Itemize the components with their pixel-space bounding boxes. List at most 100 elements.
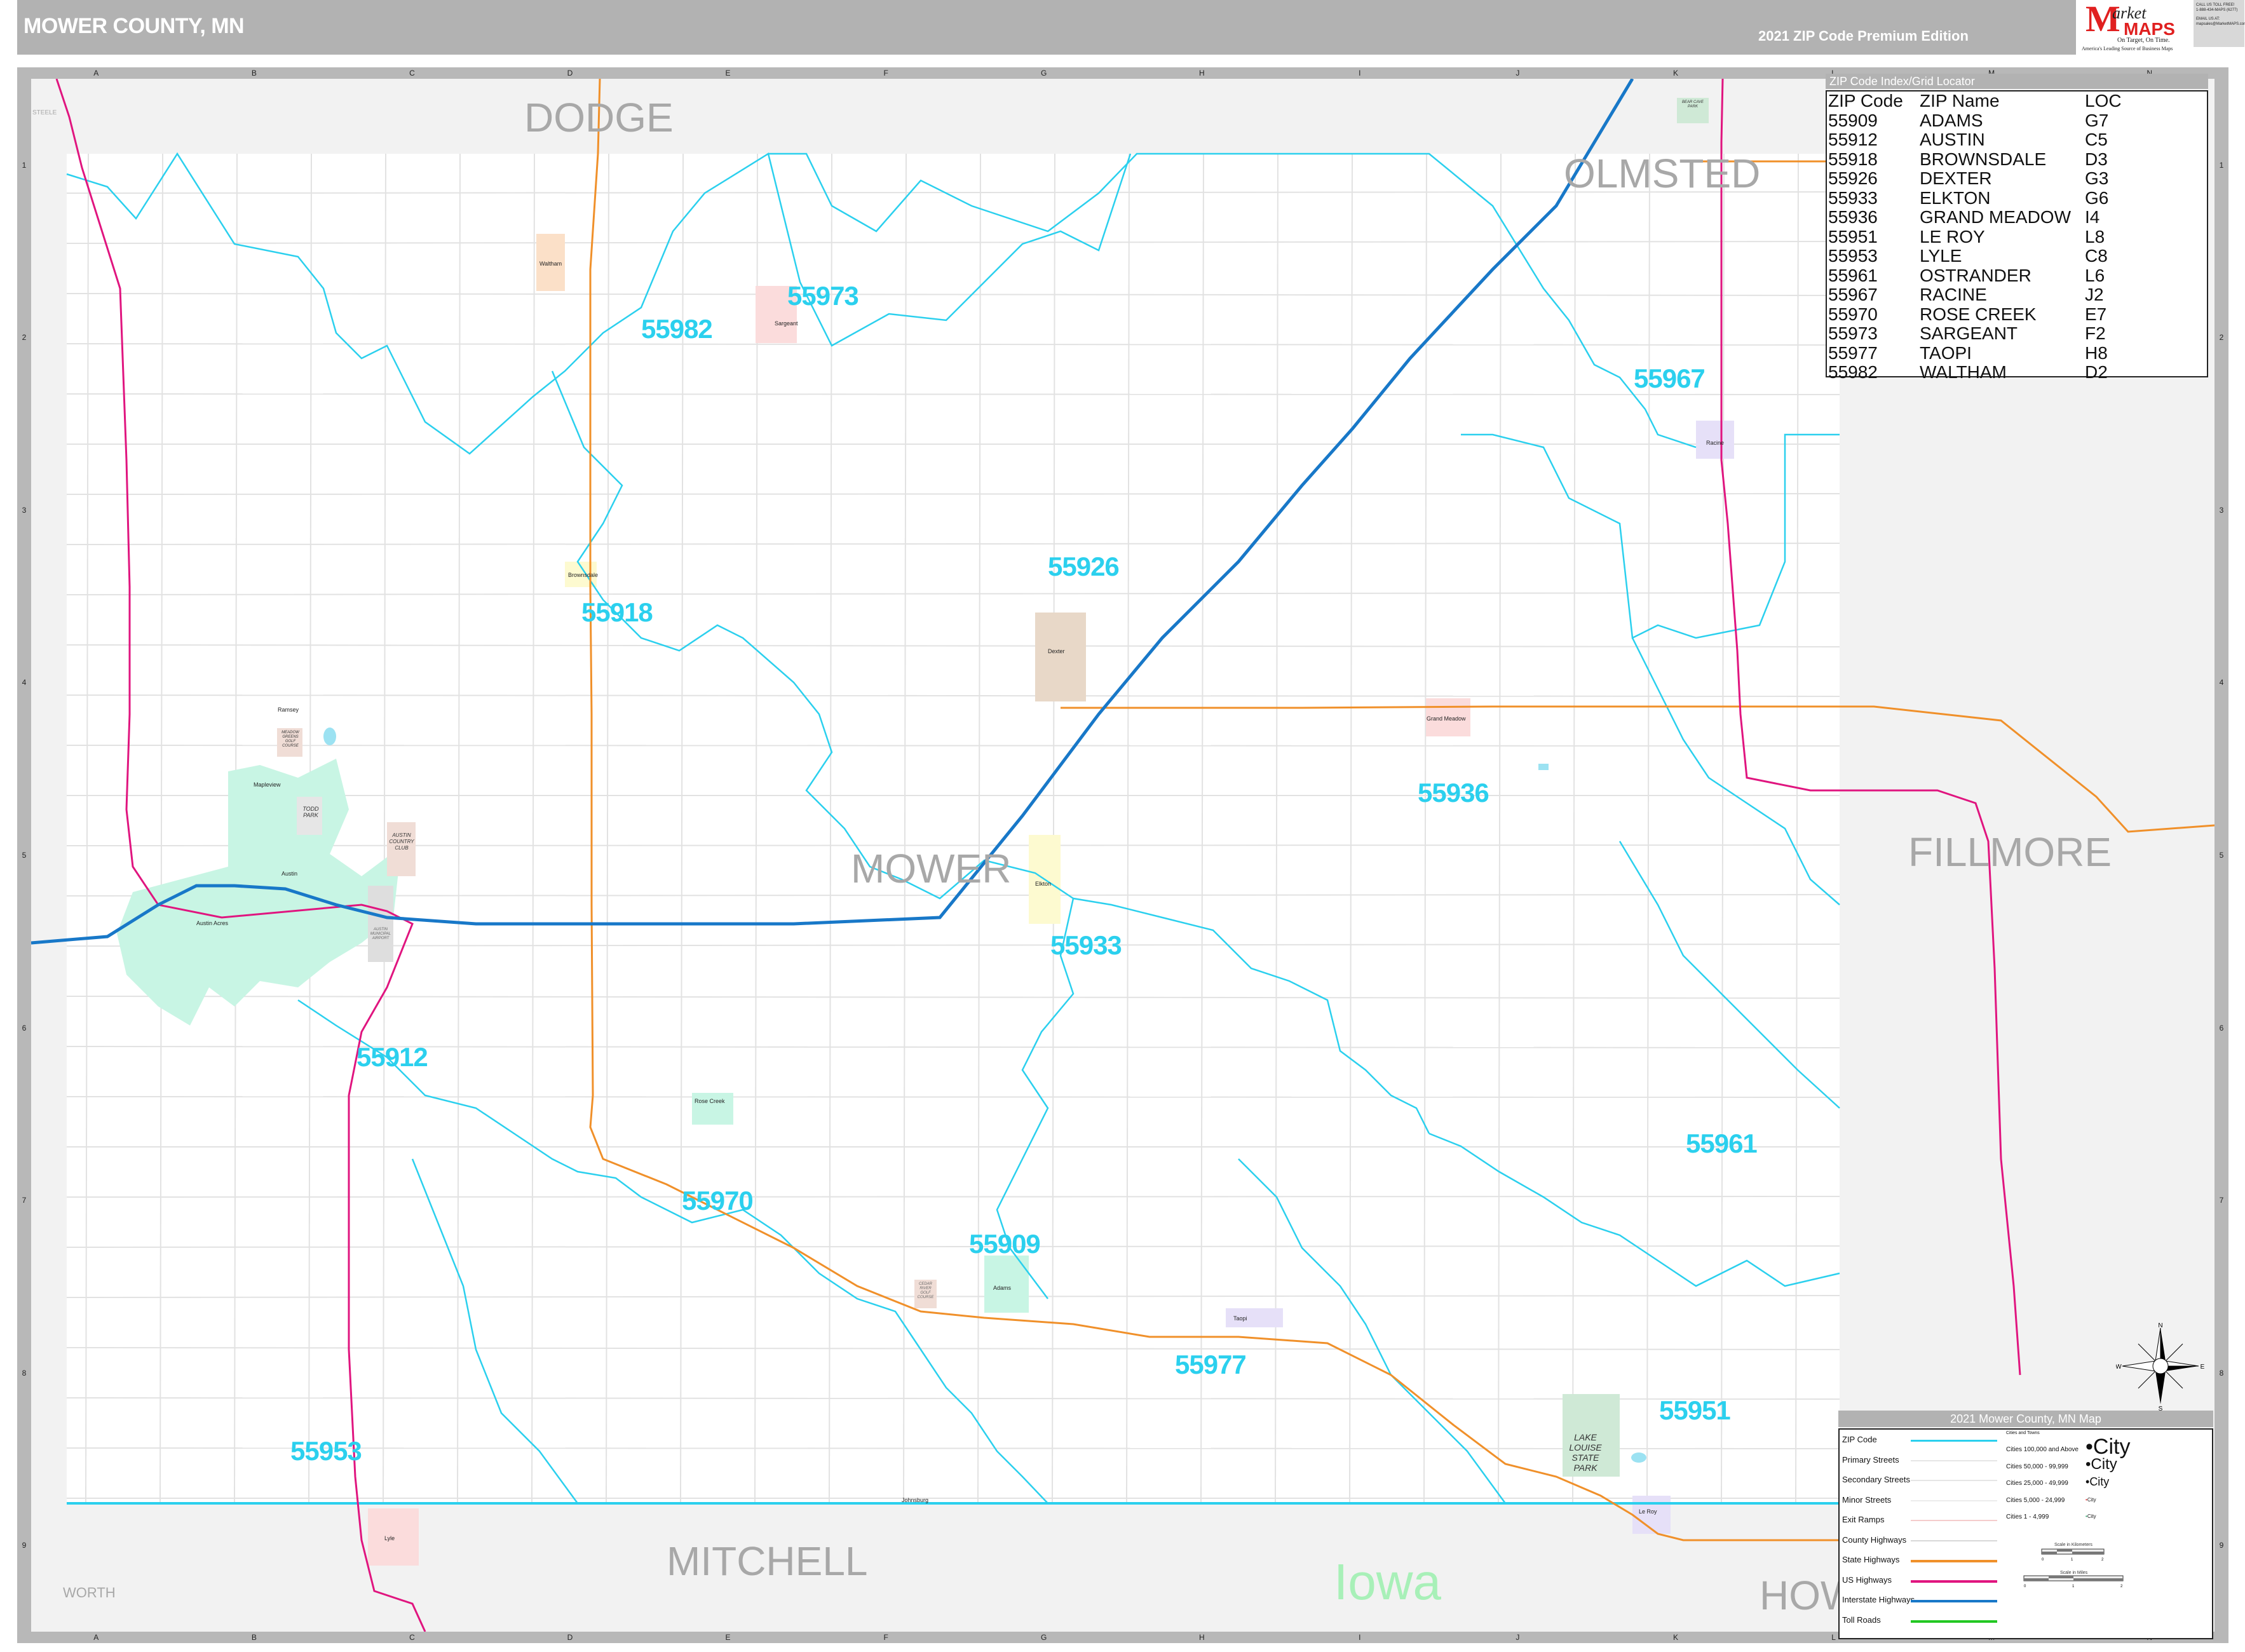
zip-label[interactable]: 55936 [1418,778,1489,808]
zip-label[interactable]: 55909 [969,1229,1041,1259]
zip-index-row[interactable]: 55970 ROSE CREEK E7 [1828,304,2122,325]
zip-label[interactable]: 55918 [581,597,653,628]
zip-label[interactable]: 55982 [641,314,713,344]
zip-label[interactable]: 55951 [1659,1395,1731,1426]
town-label-le-roy[interactable]: Le Roy [1639,1508,1657,1515]
loc-cell: F2 [2085,323,2106,344]
zip-index-row[interactable]: 55912 AUSTIN C5 [1828,130,2122,150]
grid-column-label: B [251,69,257,78]
town-label-dexter[interactable]: Dexter [1048,648,1065,654]
state-highway-16 [1061,705,2214,833]
zip-name-cell: ELKTON [1920,187,1991,208]
legend-line-swatch [1911,1500,1997,1501]
city-class-label: Cities 5,000 - 24,999 [2006,1496,2065,1504]
zip-index-row[interactable]: 55926 DEXTER G3 [1828,169,2122,189]
grid-row-label: 1 [2219,160,2224,170]
zip-index-row[interactable]: 55967 RACINE J2 [1828,285,2122,305]
grid-column-label: A [93,69,99,78]
town-label-racine[interactable]: Racine [1706,440,1724,446]
minor-road [66,1347,1840,1350]
zip-label[interactable]: 55926 [1048,552,1120,582]
zip-index-row[interactable]: 55933 ELKTON G6 [1828,187,2122,208]
scale-mi-tick: 2 [2120,1585,2123,1588]
zip-code-cell: 55977 [1828,342,1878,363]
town-label-austin[interactable]: Austin [281,870,297,877]
town-label-mapleview[interactable]: Mapleview [254,782,281,788]
minor-road [606,153,609,1504]
zip-label[interactable]: 55973 [787,281,859,311]
zip-boundary [1073,897,1430,1134]
town-label-brownsdale[interactable]: Brownsdale [568,572,598,578]
grid-row-label: 6 [22,1023,27,1032]
grid-row-label: 9 [2219,1541,2224,1550]
legend-line-swatch [1911,1459,1997,1461]
dexter-area [1035,613,1086,701]
minor-road [680,153,684,1504]
minor-road [1275,153,1278,1504]
zip-name-cell: LE ROY [1920,226,1985,247]
zip-index-title: ZIP Code Index/Grid Locator [1826,74,2208,89]
zip-index-row[interactable]: 55909 ADAMS G7 [1828,111,2122,131]
park-label-austin-cc: AUSTIN COUNTRY CLUB [389,832,414,851]
zip-name-cell: GRAND MEADOW [1920,207,2071,227]
zip-index-row[interactable]: 55918 BROWNSDALE D3 [1828,149,2122,170]
airport [368,886,393,962]
edition-label: 2021 ZIP Code Premium Edition [1758,28,1969,44]
zip-code-cell: 55961 [1828,265,1878,285]
zip-index-row[interactable]: 55961 OSTRANDER L6 [1828,266,2122,286]
town-label-johnsburg[interactable]: Johnsburg [902,1497,928,1503]
zip-label[interactable]: 55961 [1686,1128,1758,1159]
legend-title: 2021 Mower County, MN Map [1838,1411,2213,1427]
water-features [323,728,1646,1463]
loc-cell: L6 [2085,265,2105,285]
legend-item-label: Interstate Highways [1842,1595,1915,1604]
town-label-adams[interactable]: Adams [993,1285,1011,1291]
zip-label[interactable]: 55953 [290,1436,362,1466]
compass-n: N [2158,1322,2162,1329]
zip-label[interactable]: 55912 [356,1042,428,1073]
legend-line-swatch [1911,1520,1997,1521]
zip-code-cell: 55909 [1828,110,1878,130]
scale-km-tick: 0 [2042,1558,2044,1562]
town-label-ramsey[interactable]: Ramsey [278,707,299,713]
minor-road [1646,153,1650,1504]
scale-mi-tick: 0 [2024,1585,2026,1588]
zip-index-row[interactable]: 55982 WALTHAM D2 [1828,363,2122,383]
zip-index-panel: ZIP Code Index/Grid Locator ZIP Code ZIP… [1826,74,2208,382]
loc-cell: G6 [2085,187,2109,208]
town-label-taopi[interactable]: Taopi [1233,1315,1247,1322]
zip-name-cell: LYLE [1920,246,1962,266]
town-label-rose-creek[interactable]: Rose Creek [695,1098,725,1104]
zip-code-cell: 55973 [1828,323,1878,344]
town-label-waltham[interactable]: Waltham [539,261,562,267]
town-label-austin-acres[interactable]: Austin Acres [196,920,228,926]
zip-label[interactable]: 55977 [1175,1350,1247,1380]
minor-road [66,745,1840,747]
neighbor-county-worth: WORTH [63,1585,116,1601]
zip-label[interactable]: 55970 [682,1186,754,1216]
zip-index-row[interactable]: 55951 LE ROY L8 [1828,227,2122,247]
zip-index-row[interactable]: 55953 LYLE C8 [1828,247,2122,266]
zip-name-cell: AUSTIN [1920,130,1985,150]
grid-column-label: C [409,1633,415,1642]
contact-phone-label: CALL US TOLL FREE! [2196,3,2235,7]
town-label-grand-meadow[interactable]: Grand Meadow [1427,715,1466,722]
town-label-sargeant[interactable]: Sargeant [775,320,798,327]
town-label-lyle[interactable]: Lyle [384,1535,395,1541]
zip-index-row[interactable]: 55936 GRAND MEADOW I4 [1828,208,2122,227]
grid-column-label: E [725,69,731,78]
legend-line-swatch [1911,1600,1997,1602]
loc-cell: E7 [2085,304,2107,324]
zip-label[interactable]: 55967 [1634,363,1706,394]
park-label-lake-louise: LAKE LOUISE STATE PARK [1569,1432,1602,1473]
grid-column-label: E [725,1633,731,1642]
minor-road [531,153,535,1504]
legend-item-label: State Highways [1842,1555,1900,1564]
zip-index-row[interactable]: 55977 TAOPI H8 [1828,342,2122,363]
zip-label[interactable]: 55933 [1050,930,1122,961]
contact-phone: 1-888-434-MAPS (6277) [2196,8,2238,12]
grid-column-label: G [1041,1633,1047,1642]
compass-w: W [2116,1364,2122,1371]
zip-index-row[interactable]: 55973 SARGEANT F2 [1828,324,2122,344]
town-label-elkton[interactable]: Elkton [1035,881,1051,887]
